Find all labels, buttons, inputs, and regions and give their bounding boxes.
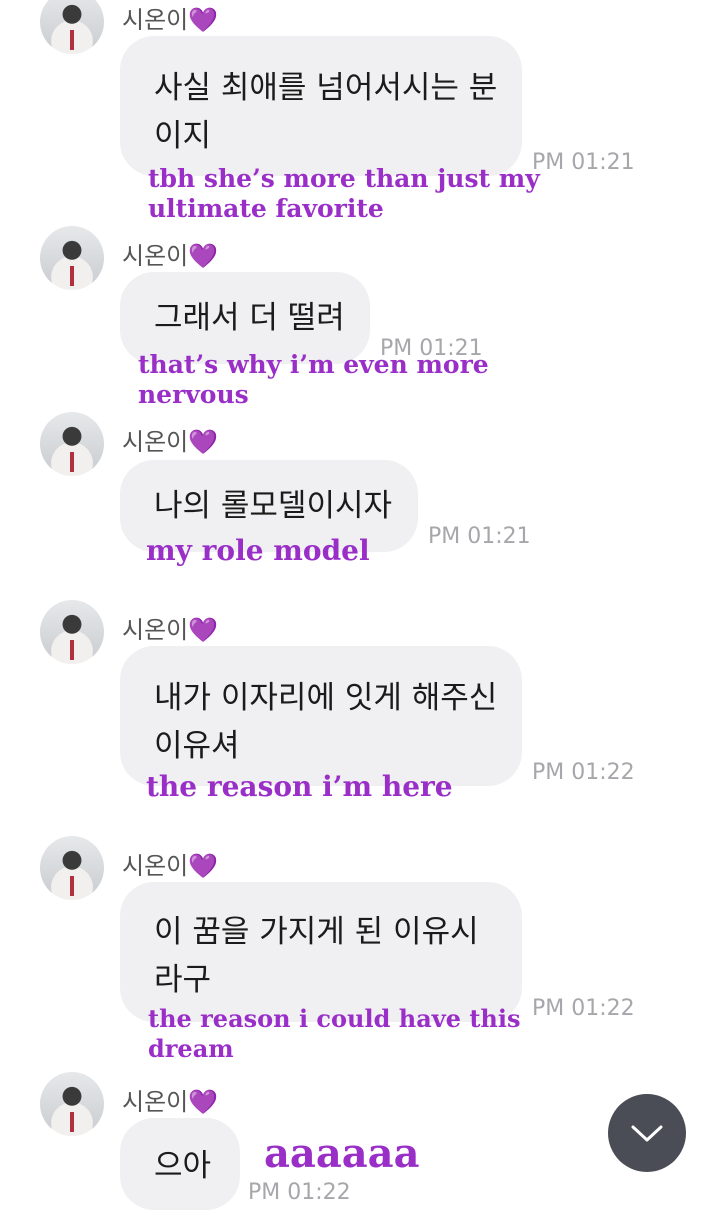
message-bubble[interactable]: 으아 <box>120 1118 240 1210</box>
avatar[interactable] <box>40 600 104 664</box>
sender-name: 시온이💜 <box>122 852 219 880</box>
translation-text: the reason i’m here <box>146 770 453 803</box>
translation-text: that’s why i’m even more nervous <box>138 350 489 409</box>
message-text: 이 꿈을 가지게 된 이유시 <box>154 914 479 950</box>
translation-text: the reason i could have this dream <box>148 1004 521 1063</box>
sender-name: 시온이💜 <box>122 242 219 270</box>
timestamp: PM 01:22 <box>532 760 635 785</box>
timestamp: PM 01:22 <box>532 996 635 1021</box>
avatar[interactable] <box>40 836 104 900</box>
purple-heart-icon: 💜 <box>188 852 219 880</box>
purple-heart-icon: 💜 <box>188 428 219 456</box>
message-text: 라구 <box>154 962 212 998</box>
translation-text: aaaaaa <box>264 1130 420 1177</box>
timestamp: PM 01:21 <box>428 524 531 549</box>
sender-name: 시온이💜 <box>122 616 219 644</box>
timestamp: PM 01:21 <box>532 150 635 175</box>
message-text: 이지 <box>154 118 212 154</box>
purple-heart-icon: 💜 <box>188 242 219 270</box>
message-bubble[interactable]: 이 꿈을 가지게 된 이유시 라구 <box>120 882 522 1022</box>
sender-name: 시온이💜 <box>122 1088 219 1116</box>
chevron-down-icon <box>631 1125 663 1142</box>
message-text: 이유셔 <box>154 728 240 764</box>
scroll-to-bottom-button[interactable] <box>608 1094 686 1172</box>
translation-text: my role model <box>146 534 370 567</box>
message-text: 내가 이자리에 잇게 해주신 <box>154 680 498 716</box>
purple-heart-icon: 💜 <box>188 1088 219 1116</box>
timestamp: PM 01:22 <box>248 1180 351 1205</box>
sender-name: 시온이💜 <box>122 6 219 34</box>
message-bubble[interactable]: 사실 최애를 넘어서시는 분 이지 <box>120 36 522 176</box>
message-text: 그래서 더 떨려 <box>154 300 345 336</box>
message-text: 으아 <box>154 1148 212 1184</box>
purple-heart-icon: 💜 <box>188 616 219 644</box>
message-bubble[interactable]: 내가 이자리에 잇게 해주신 이유셔 <box>120 646 522 786</box>
avatar[interactable] <box>40 226 104 290</box>
translation-text: tbh she’s more than just my ultimate fav… <box>148 164 540 223</box>
avatar[interactable] <box>40 412 104 476</box>
purple-heart-icon: 💜 <box>188 6 219 34</box>
sender-name: 시온이💜 <box>122 428 219 456</box>
avatar[interactable] <box>40 1072 104 1136</box>
message-text: 나의 롤모델이시자 <box>154 488 393 524</box>
avatar[interactable] <box>40 0 104 54</box>
message-text: 사실 최애를 넘어서시는 분 <box>154 70 498 106</box>
